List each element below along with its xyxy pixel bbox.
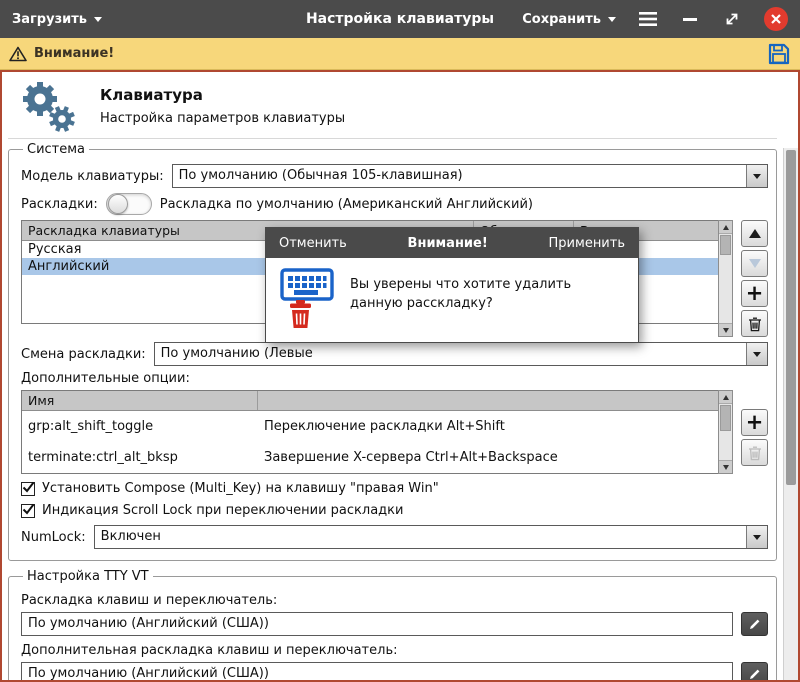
layouts-label: Раскладки:: [21, 197, 98, 212]
system-legend: Система: [23, 142, 89, 157]
menu-icon[interactable]: [638, 9, 658, 29]
titlebar: Загрузить Настройка клавиатуры Сохранить: [0, 0, 800, 38]
numlock-select[interactable]: Включен: [94, 525, 768, 549]
delete-option-button[interactable]: [741, 439, 768, 466]
option-desc-cell: Переключение раскладки Alt+Shift: [258, 418, 718, 435]
warning-bar: Внимание!: [0, 38, 800, 70]
dialog-message: Вы уверены что хотите удалить данную рас…: [350, 267, 618, 314]
column-header: Имя: [22, 391, 258, 410]
edit-button[interactable]: [741, 612, 768, 636]
options-table-header: Имя: [22, 391, 718, 411]
options-buttons: +: [741, 409, 768, 466]
option-name-cell: grp:alt_shift_toggle: [22, 418, 258, 435]
edit-button[interactable]: [741, 662, 768, 680]
options-label: Дополнительные опции:: [21, 371, 768, 386]
scrollbar-thumb[interactable]: [720, 405, 731, 431]
move-up-button[interactable]: [741, 220, 768, 247]
minimize-icon[interactable]: [680, 9, 700, 29]
down-arrow-icon: [749, 259, 761, 268]
column-header: [258, 391, 718, 410]
scrollbar-thumb[interactable]: [786, 150, 796, 485]
module-header: Клавиатура Настройка параметров клавиату…: [8, 72, 777, 139]
compose-checkbox[interactable]: [21, 482, 35, 496]
page-title: Клавиатура: [100, 86, 345, 104]
page-subtitle: Настройка параметров клавиатуры: [100, 111, 345, 126]
trash-icon-disabled: [748, 445, 762, 461]
layout-switch-value: По умолчанию (Левые: [155, 343, 746, 365]
numlock-value: Включен: [95, 526, 746, 548]
options-table-scrollbar[interactable]: [718, 390, 733, 474]
gears-icon: [16, 79, 80, 133]
pencil-icon: [749, 668, 761, 680]
chevron-down-icon: [94, 17, 102, 22]
chevron-down-icon: [608, 17, 616, 22]
tty-section: Настройка TTY VT Раскладка клавиш и пере…: [8, 569, 777, 680]
tty-extra-layout-input[interactable]: По умолчанию (Английский (США)): [21, 662, 733, 680]
layouts-table-scrollbar[interactable]: [718, 220, 733, 337]
system-section: Система Модель клавиатуры: По умолчанию …: [8, 142, 777, 561]
options-table: Имя grp:alt_shift_toggle Переключение ра…: [21, 390, 718, 474]
layouts-buttons: +: [741, 220, 768, 337]
save-menu-label: Сохранить: [522, 12, 601, 27]
save-disk-icon: [767, 42, 791, 66]
scrolllock-option[interactable]: Индикация Scroll Lock при переключении р…: [21, 503, 768, 518]
layouts-toggle[interactable]: [106, 193, 152, 215]
warning-label: Внимание!: [34, 46, 114, 61]
confirm-delete-dialog: Отменить Внимание! Применить Вы уверены …: [265, 227, 639, 343]
load-menu-label: Загрузить: [12, 12, 87, 27]
compose-option[interactable]: Установить Compose (Multi_Key) на клавиш…: [21, 481, 768, 496]
dialog-body: Вы уверены что хотите удалить данную рас…: [266, 258, 638, 342]
tty-layout-label: Раскладка клавиш и переключатель:: [21, 593, 768, 608]
option-desc-cell: Завершение X-сервера Ctrl+Alt+Backspace: [258, 449, 718, 466]
options-table-area: Имя grp:alt_shift_toggle Переключение ра…: [21, 390, 768, 474]
dialog-cancel-button[interactable]: Отменить: [279, 236, 347, 251]
layout-switch-select[interactable]: По умолчанию (Левые: [154, 342, 768, 366]
scroll-down-icon[interactable]: [719, 323, 732, 336]
layouts-toggle-text: Раскладка по умолчанию (Американский Анг…: [160, 197, 533, 212]
keyboard-model-select[interactable]: По умолчанию (Обычная 105-клавишная): [172, 164, 768, 188]
expand-icon[interactable]: [722, 9, 742, 29]
table-row[interactable]: terminate:ctrl_alt_bksp Завершение X-сер…: [22, 442, 718, 473]
add-layout-button[interactable]: +: [741, 280, 768, 307]
dropdown-arrow-icon[interactable]: [746, 526, 767, 548]
scrollbar-thumb[interactable]: [720, 235, 731, 255]
main-scrollbar[interactable]: [783, 148, 798, 680]
dialog-title: Внимание!: [408, 236, 488, 251]
move-down-button[interactable]: [741, 250, 768, 277]
check-icon: [22, 481, 35, 493]
tty-legend: Настройка TTY VT: [23, 569, 153, 584]
dialog-header: Отменить Внимание! Применить: [266, 228, 638, 258]
option-name-cell: terminate:ctrl_alt_bksp: [22, 449, 258, 466]
table-row[interactable]: grp:alt_shift_toggle Переключение раскла…: [22, 411, 718, 442]
tty-extra-layout-label: Дополнительная раскладка клавиш и перекл…: [21, 643, 768, 658]
toggle-knob[interactable]: [108, 194, 128, 214]
load-menu-button[interactable]: Загрузить: [12, 12, 102, 27]
scrolllock-checkbox[interactable]: [21, 504, 35, 518]
compose-label: Установить Compose (Multi_Key) на клавиш…: [42, 481, 439, 496]
dropdown-arrow-icon[interactable]: [746, 343, 767, 365]
scroll-down-icon[interactable]: [719, 460, 732, 473]
keyboard-model-label: Модель клавиатуры:: [21, 169, 164, 184]
save-menu-button[interactable]: Сохранить: [522, 12, 616, 27]
content-frame: Клавиатура Настройка параметров клавиату…: [0, 70, 800, 682]
warning-icon: [9, 46, 27, 62]
scrolllock-label: Индикация Scroll Lock при переключении р…: [42, 503, 403, 518]
scroll-up-icon[interactable]: [719, 221, 732, 234]
keyboard-model-value: По умолчанию (Обычная 105-клавишная): [173, 165, 746, 187]
check-icon: [22, 503, 35, 515]
pencil-icon: [749, 618, 761, 630]
keyboard-delete-icon: [280, 267, 334, 329]
up-arrow-icon: [749, 229, 761, 238]
close-icon[interactable]: [764, 7, 788, 31]
layout-switch-label: Смена раскладки:: [21, 347, 146, 362]
delete-layout-button[interactable]: [741, 310, 768, 337]
tty-layout-input[interactable]: По умолчанию (Английский (США)): [21, 612, 733, 636]
dropdown-arrow-icon[interactable]: [746, 165, 767, 187]
numlock-label: NumLock:: [21, 530, 86, 545]
dialog-apply-button[interactable]: Применить: [549, 236, 625, 251]
scroll-up-icon[interactable]: [719, 391, 732, 404]
add-option-button[interactable]: +: [741, 409, 768, 436]
quick-save-button[interactable]: [767, 42, 791, 66]
trash-icon: [748, 316, 762, 332]
